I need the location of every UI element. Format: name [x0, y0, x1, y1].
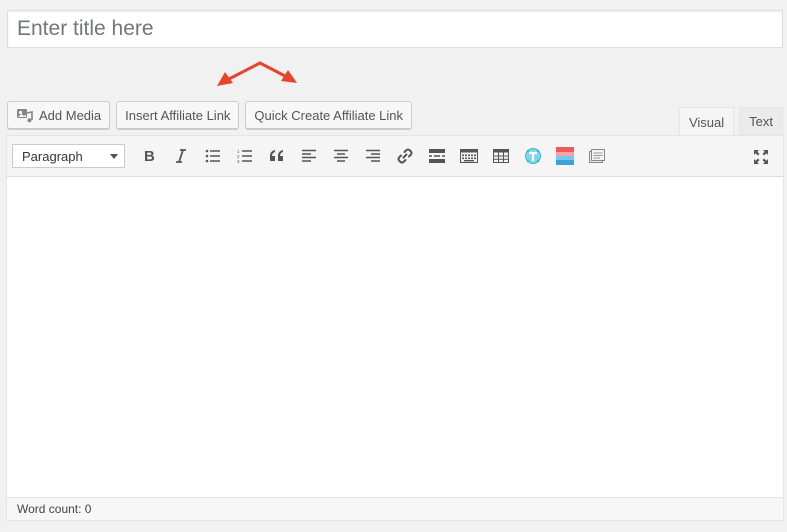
plugin-gray-button[interactable] — [581, 141, 613, 171]
plugin-gray-icon — [589, 149, 605, 163]
numbered-list-button[interactable]: 1 2 3 — [229, 141, 261, 171]
numbered-list-icon: 1 2 3 — [237, 149, 252, 163]
word-count: Word count: 0 — [17, 502, 92, 516]
plugin-cyan-icon — [525, 148, 541, 164]
italic-button[interactable] — [165, 141, 197, 171]
editor-tabs: Visual Text — [678, 107, 783, 136]
table-icon — [493, 149, 509, 163]
align-left-button[interactable] — [293, 141, 325, 171]
editor-status-bar: Word count: 0 — [7, 497, 783, 520]
quick-create-affiliate-link-label: Quick Create Affiliate Link — [254, 107, 404, 123]
post-title-input[interactable] — [7, 10, 783, 48]
bulleted-list-button[interactable] — [197, 141, 229, 171]
media-buttons-row: Add Media Insert Affiliate Link Quick Cr… — [7, 101, 413, 129]
bold-button[interactable]: B — [133, 141, 165, 171]
read-more-icon — [429, 149, 445, 163]
tab-text[interactable]: Text — [739, 107, 783, 135]
toolbar-toggle-button[interactable] — [453, 141, 485, 171]
insert-table-button[interactable] — [485, 141, 517, 171]
fullscreen-icon — [754, 150, 768, 164]
plugin-color-grid-icon — [556, 147, 574, 165]
align-center-button[interactable] — [325, 141, 357, 171]
read-more-button[interactable] — [421, 141, 453, 171]
plugin-cyan-button[interactable] — [517, 141, 549, 171]
annotation-arrows-icon — [217, 61, 297, 86]
bulleted-list-icon — [205, 149, 220, 163]
svg-text:B: B — [144, 148, 155, 164]
editor-content-area[interactable] — [7, 177, 783, 497]
align-left-icon — [302, 149, 316, 162]
insert-link-button[interactable] — [389, 141, 421, 171]
align-right-button[interactable] — [357, 141, 389, 171]
insert-affiliate-link-button[interactable]: Insert Affiliate Link — [116, 101, 240, 129]
blockquote-icon — [270, 150, 283, 161]
format-select-value: Paragraph — [22, 148, 83, 164]
align-right-icon — [366, 149, 380, 162]
chevron-down-icon — [110, 153, 118, 159]
toolbar-toggle-icon — [460, 149, 478, 163]
blockquote-button[interactable] — [261, 141, 293, 171]
bold-icon: B — [144, 148, 155, 164]
quick-create-affiliate-link-button[interactable]: Quick Create Affiliate Link — [245, 101, 413, 129]
editor-toolbar: Paragraph B 1 2 3 — [7, 136, 783, 177]
insert-affiliate-link-label: Insert Affiliate Link — [125, 107, 231, 123]
media-icon — [16, 107, 34, 123]
tab-visual[interactable]: Visual — [678, 107, 735, 136]
link-icon — [397, 148, 413, 164]
format-select[interactable]: Paragraph — [12, 144, 125, 168]
editor-container: Paragraph B 1 2 3 Word count: 0 — [6, 135, 784, 521]
align-center-icon — [334, 149, 348, 162]
add-media-label: Add Media — [39, 107, 102, 123]
svg-text:3: 3 — [237, 159, 240, 163]
plugin-color-grid-button[interactable] — [549, 141, 581, 171]
fullscreen-button[interactable] — [745, 142, 777, 172]
italic-icon — [176, 149, 186, 163]
add-media-button[interactable]: Add Media — [7, 101, 111, 129]
